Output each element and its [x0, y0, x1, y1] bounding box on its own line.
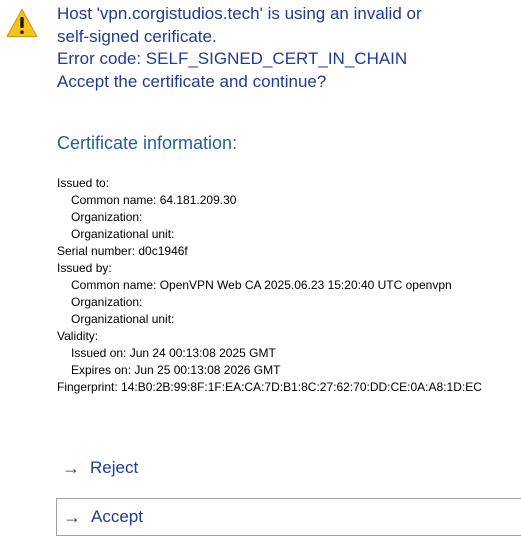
issued-by-common-name: Common name: OpenVPN Web CA 2025.06.23 1… — [71, 278, 452, 292]
message-line-certificate: self-signed cerificate. — [57, 26, 217, 46]
issued-to-heading: Issued to: — [57, 176, 110, 190]
warning-triangle-icon — [6, 9, 38, 37]
message-line-error-code: Error code: SELF_SIGNED_CERT_IN_CHAIN — [57, 49, 408, 69]
certificate-details: Issued to: Common name: 64.181.209.30 Or… — [57, 175, 519, 396]
message-line-host: Host 'vpn.corgistudios.tech' is using an… — [57, 4, 422, 23]
arrow-right-icon: → — [63, 506, 81, 527]
reject-button[interactable]: → Reject — [56, 449, 521, 487]
validity-issued-on: Issued on: Jun 24 00:13:08 2025 GMT — [71, 346, 276, 360]
certificate-info-title: Certificate information: — [57, 133, 238, 153]
accept-button[interactable]: → Accept — [56, 498, 521, 536]
message-line-question: Accept the certificate and continue? — [57, 72, 327, 92]
validity-expires-on: Expires on: Jun 25 00:13:08 2026 GMT — [71, 363, 281, 377]
issued-by-organizational-unit: Organizational unit: — [71, 312, 175, 326]
dialog-message: Host 'vpn.corgistudios.tech' is using an… — [57, 3, 517, 94]
issued-by-heading: Issued by: — [57, 261, 112, 275]
arrow-right-icon: → — [62, 457, 80, 478]
issued-to-organization: Organization: — [71, 210, 143, 224]
accept-label: Accept — [91, 507, 143, 526]
issued-by-organization: Organization: — [71, 295, 143, 309]
issued-to-organizational-unit: Organizational unit: — [71, 227, 175, 241]
fingerprint: Fingerprint: 14:B0:2B:99:8F:1F:EA:CA:7D:… — [57, 380, 482, 394]
validity-heading: Validity: — [57, 329, 99, 343]
serial-number: Serial number: d0c1946f — [57, 244, 188, 258]
issued-to-common-name: Common name: 64.181.209.30 — [71, 193, 237, 207]
reject-label: Reject — [90, 458, 139, 477]
